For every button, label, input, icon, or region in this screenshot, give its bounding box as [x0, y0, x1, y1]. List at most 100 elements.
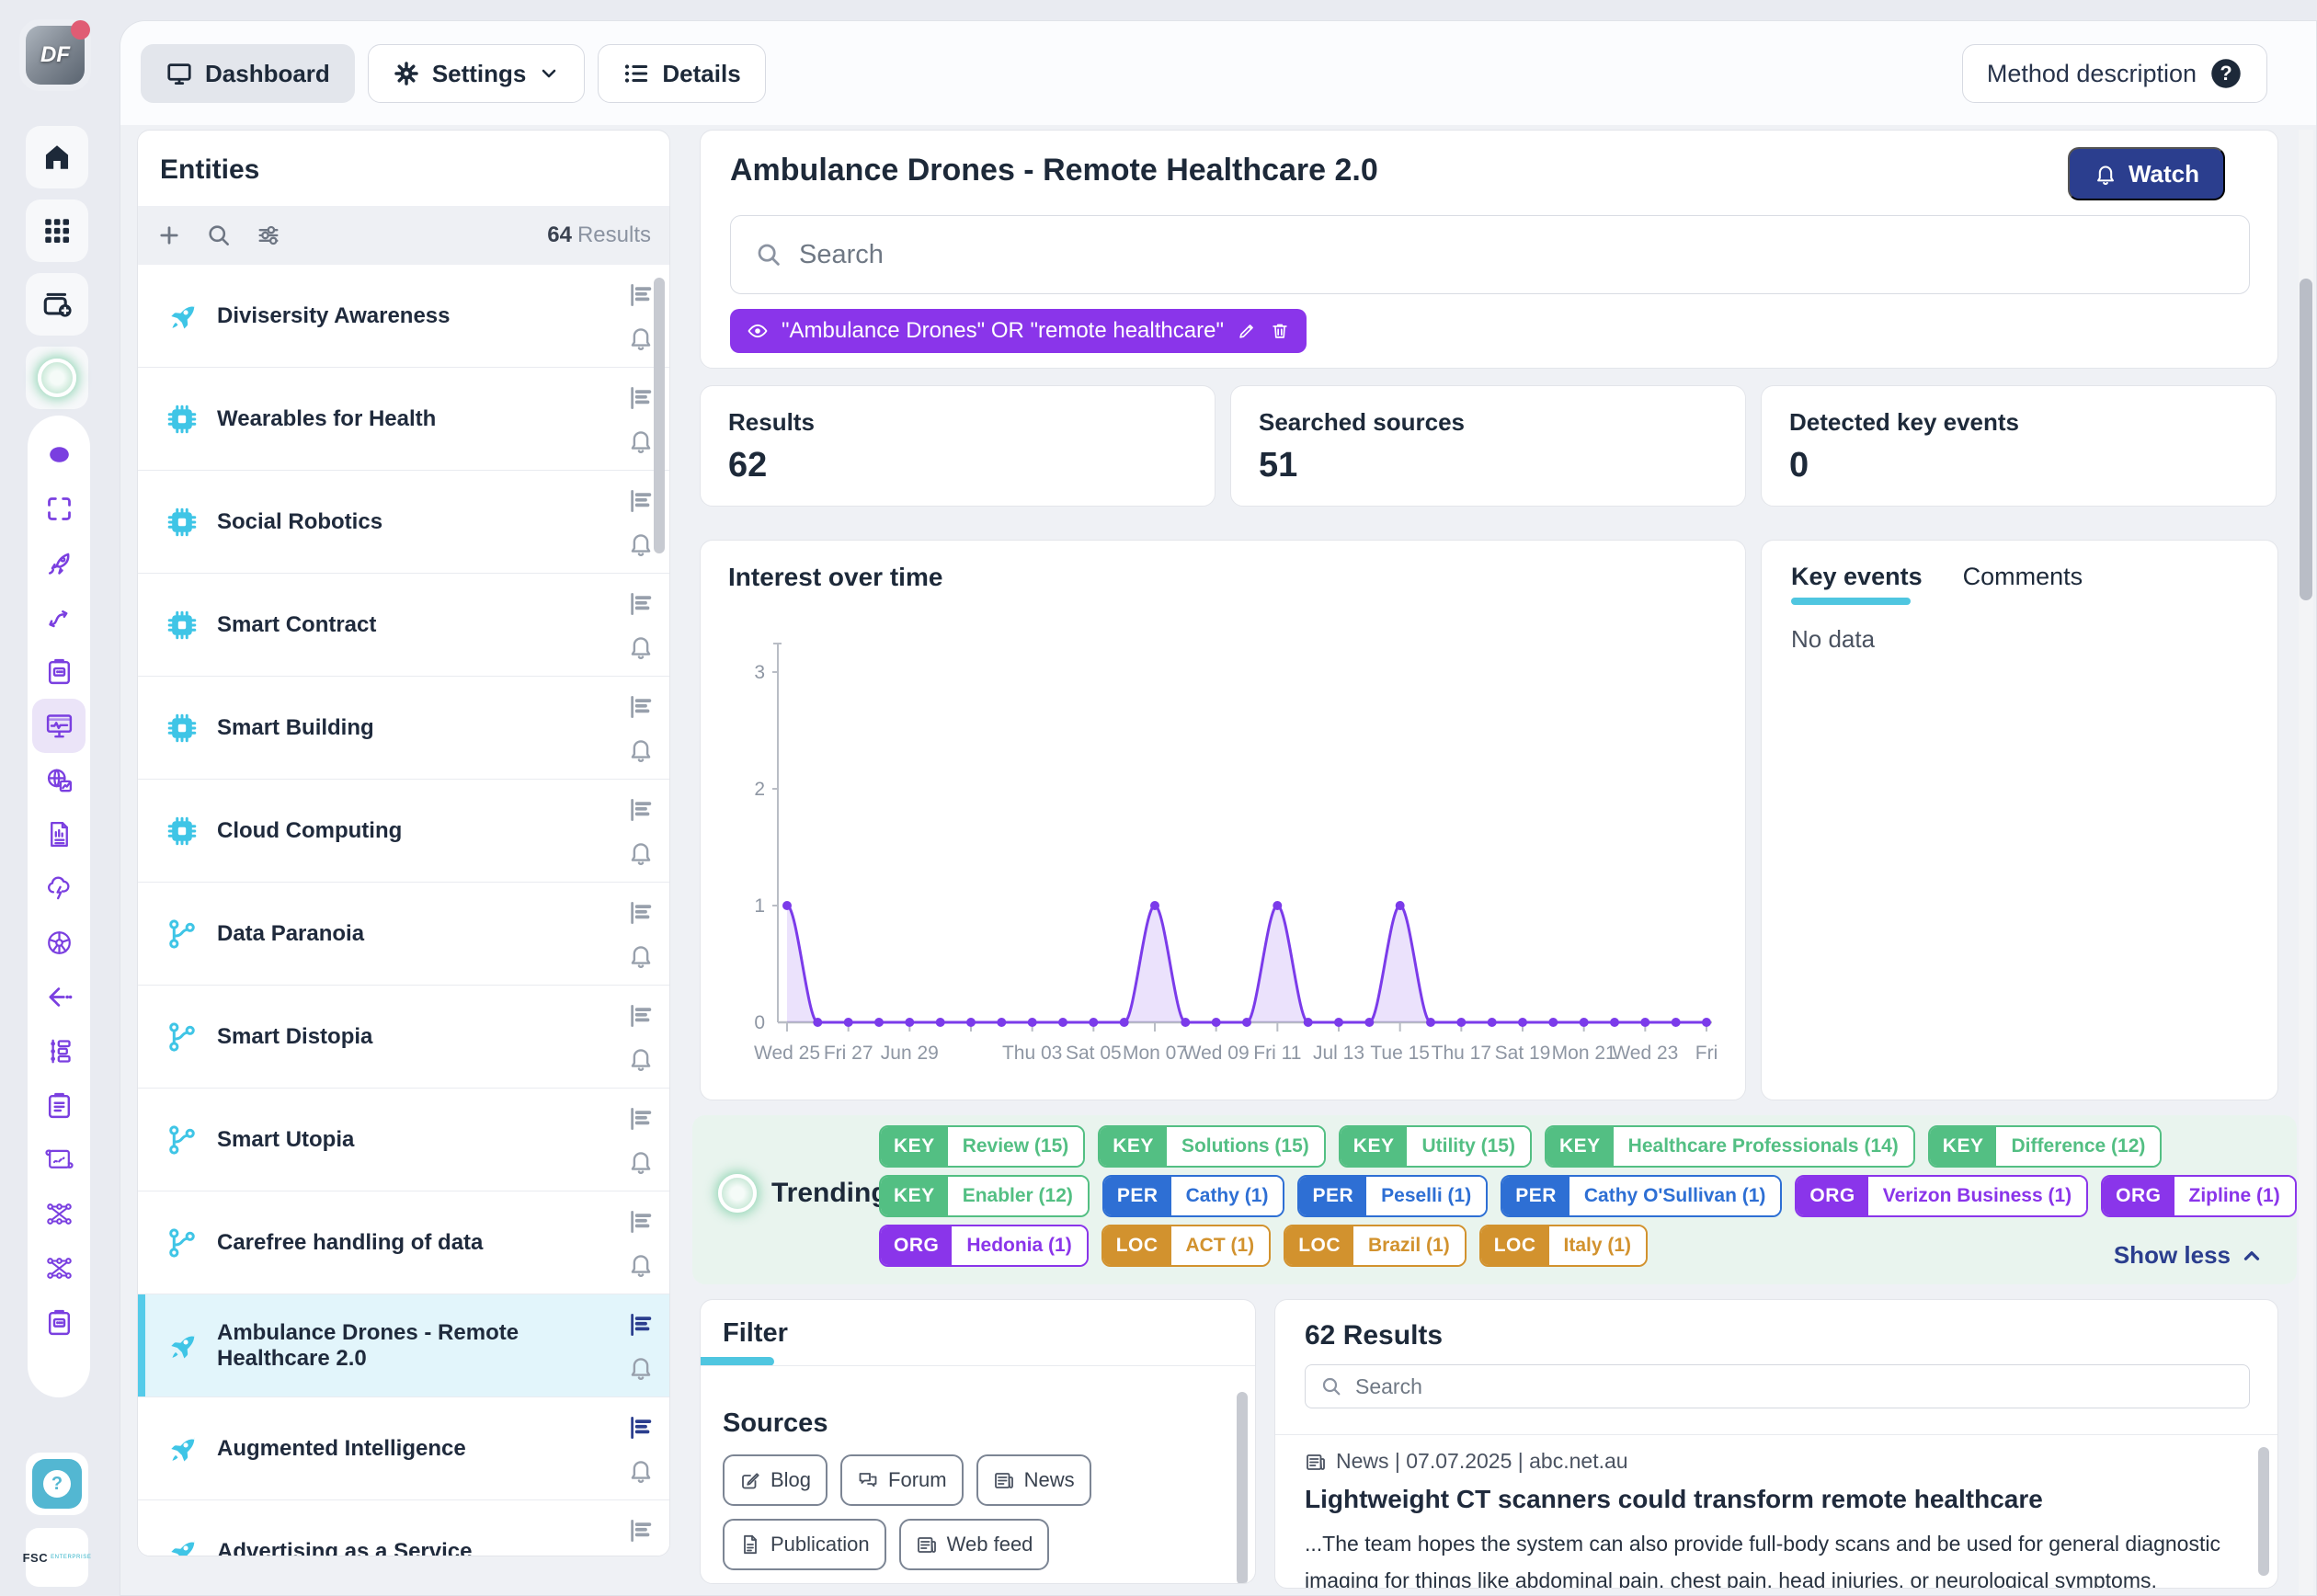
trending-tag[interactable]: LOCBrazil (1) — [1284, 1225, 1467, 1267]
source-filter-blog[interactable]: Blog — [723, 1454, 828, 1506]
clipboard-lines-icon[interactable] — [32, 1078, 86, 1133]
trending-tag[interactable]: KEYDifference (12) — [1928, 1125, 2163, 1168]
entity-bell-icon[interactable] — [627, 1250, 655, 1278]
frame-icon[interactable] — [32, 482, 86, 536]
entity-list-item[interactable]: Smart Building — [138, 677, 669, 780]
entity-bell-icon[interactable] — [627, 941, 655, 969]
route-icon[interactable] — [32, 590, 86, 644]
glow-nav-button[interactable] — [26, 347, 88, 409]
entity-list-item[interactable]: Smart Utopia — [138, 1089, 669, 1191]
map-scroll-icon[interactable] — [32, 1133, 86, 1187]
entity-chart-icon[interactable] — [627, 590, 655, 618]
sliders-button[interactable] — [256, 222, 281, 248]
trending-tag[interactable]: PERPeselli (1) — [1297, 1175, 1488, 1217]
entity-list-item[interactable]: Smart Distopia — [138, 986, 669, 1089]
monitor-pulse-icon[interactable] — [32, 699, 86, 753]
page-scrollbar-thumb[interactable] — [2300, 279, 2312, 600]
results-search-input[interactable] — [1355, 1374, 2234, 1399]
rocket-outline-icon[interactable] — [32, 536, 86, 590]
trending-tag[interactable]: PERCathy O'Sullivan (1) — [1501, 1175, 1782, 1217]
brainstorm-icon[interactable] — [32, 861, 86, 916]
entity-bell-icon[interactable] — [627, 530, 655, 557]
filter-scrollbar-thumb[interactable] — [1237, 1392, 1248, 1584]
delete-icon[interactable] — [1270, 321, 1290, 341]
trending-tag[interactable]: ORGVerizon Business (1) — [1795, 1175, 2088, 1217]
trending-tag[interactable]: ORGZipline (1) — [2101, 1175, 2297, 1217]
entity-bell-icon[interactable] — [627, 324, 655, 351]
entity-list-item[interactable]: Cloud Computing — [138, 780, 669, 883]
entity-bell-icon[interactable] — [627, 1353, 655, 1381]
globe-chart-icon[interactable] — [32, 753, 86, 807]
entity-list-item[interactable]: Wearables for Health — [138, 368, 669, 471]
entity-list-item[interactable]: Augmented Intelligence — [138, 1397, 669, 1500]
page-scrollbar[interactable] — [2299, 130, 2313, 1595]
trending-tag[interactable]: LOCACT (1) — [1101, 1225, 1272, 1267]
main-search-input[interactable] — [799, 240, 2225, 270]
entity-list-item[interactable]: Social Robotics — [138, 471, 669, 574]
collection-add-nav-button[interactable] — [26, 273, 88, 336]
entity-chart-icon[interactable] — [627, 899, 655, 927]
entity-chart-icon[interactable] — [627, 281, 655, 309]
grid-nav-button[interactable] — [26, 200, 88, 262]
entity-bell-icon[interactable] — [627, 633, 655, 660]
tab-key-events[interactable]: Key events — [1791, 563, 1923, 591]
wheel-icon[interactable] — [32, 916, 86, 970]
trending-tag[interactable]: PERCathy (1) — [1102, 1175, 1285, 1217]
entity-list-item[interactable]: Divisersity Awareness — [138, 265, 669, 368]
edit-icon[interactable] — [1237, 321, 1257, 341]
trending-tag[interactable]: KEYEnabler (12) — [879, 1175, 1090, 1217]
method-description-button[interactable]: Method description ? — [1962, 44, 2267, 103]
magnifier-button[interactable] — [206, 222, 232, 248]
entity-chart-icon[interactable] — [627, 1208, 655, 1236]
entity-bell-icon[interactable] — [627, 838, 655, 866]
entity-bell-icon[interactable] — [627, 1044, 655, 1072]
entity-chart-icon[interactable] — [627, 1311, 655, 1339]
watch-button[interactable]: Watch — [2068, 147, 2225, 200]
entity-list-item[interactable]: Smart Contract — [138, 574, 669, 677]
results-scrollbar-thumb[interactable] — [2258, 1447, 2269, 1576]
entity-chart-icon[interactable] — [627, 1414, 655, 1442]
trending-tag[interactable]: LOCItaly (1) — [1479, 1225, 1648, 1267]
source-filter-forum[interactable]: Forum — [840, 1454, 964, 1506]
network-icon[interactable] — [32, 1241, 86, 1295]
trending-tag[interactable]: ORGHedonia (1) — [879, 1225, 1089, 1267]
entity-list-item[interactable]: Carefree handling of data — [138, 1191, 669, 1294]
entity-chart-icon[interactable] — [627, 796, 655, 824]
query-chip[interactable]: "Ambulance Drones" OR "remote healthcare… — [730, 309, 1307, 353]
timeline-icon[interactable] — [32, 1024, 86, 1078]
article-title[interactable]: Lightweight CT scanners could transform … — [1305, 1485, 2224, 1514]
show-less-button[interactable]: Show less — [2114, 1241, 2264, 1270]
entity-chart-icon[interactable] — [627, 1105, 655, 1133]
tab-settings[interactable]: Settings — [368, 44, 586, 103]
entity-list-item[interactable]: Advertising as a Service — [138, 1500, 669, 1556]
arrow-left-icon[interactable] — [32, 970, 86, 1024]
clipboard-chat-icon[interactable] — [32, 644, 86, 699]
dot-icon[interactable] — [32, 428, 86, 482]
plus-button[interactable] — [156, 222, 182, 248]
entity-list-item[interactable]: Data Paranoia — [138, 883, 669, 986]
tab-details[interactable]: Details — [598, 44, 765, 103]
entity-bell-icon[interactable] — [627, 427, 655, 454]
help-button[interactable]: ? — [26, 1453, 88, 1515]
network-icon[interactable] — [32, 1187, 86, 1241]
result-article[interactable]: News | 07.07.2025 | abc.net.au Lightweig… — [1305, 1449, 2224, 1589]
source-filter-publication[interactable]: Publication — [723, 1519, 886, 1570]
trending-tag[interactable]: KEYReview (15) — [879, 1125, 1085, 1168]
entity-chart-icon[interactable] — [627, 384, 655, 412]
workspace-avatar[interactable]: DF — [19, 19, 91, 91]
trending-tag[interactable]: KEYHealthcare Professionals (14) — [1545, 1125, 1915, 1168]
source-filter-news[interactable]: News — [976, 1454, 1091, 1506]
entity-chart-icon[interactable] — [627, 693, 655, 721]
tab-comments[interactable]: Comments — [1963, 563, 2083, 591]
home-nav-button[interactable] — [26, 126, 88, 188]
source-filter-web-feed[interactable]: Web feed — [899, 1519, 1050, 1570]
entity-bell-icon[interactable] — [627, 1147, 655, 1175]
entities-scrollbar-thumb[interactable] — [654, 278, 665, 553]
trending-tag[interactable]: KEYSolutions (15) — [1098, 1125, 1326, 1168]
entity-chart-icon[interactable] — [627, 487, 655, 515]
trending-tag[interactable]: KEYUtility (15) — [1339, 1125, 1532, 1168]
entity-chart-icon[interactable] — [627, 1517, 655, 1545]
entity-list-item[interactable]: Ambulance Drones - Remote Healthcare 2.0 — [138, 1294, 669, 1397]
entity-chart-icon[interactable] — [627, 1002, 655, 1030]
clipboard-chat-icon[interactable] — [32, 1295, 86, 1350]
